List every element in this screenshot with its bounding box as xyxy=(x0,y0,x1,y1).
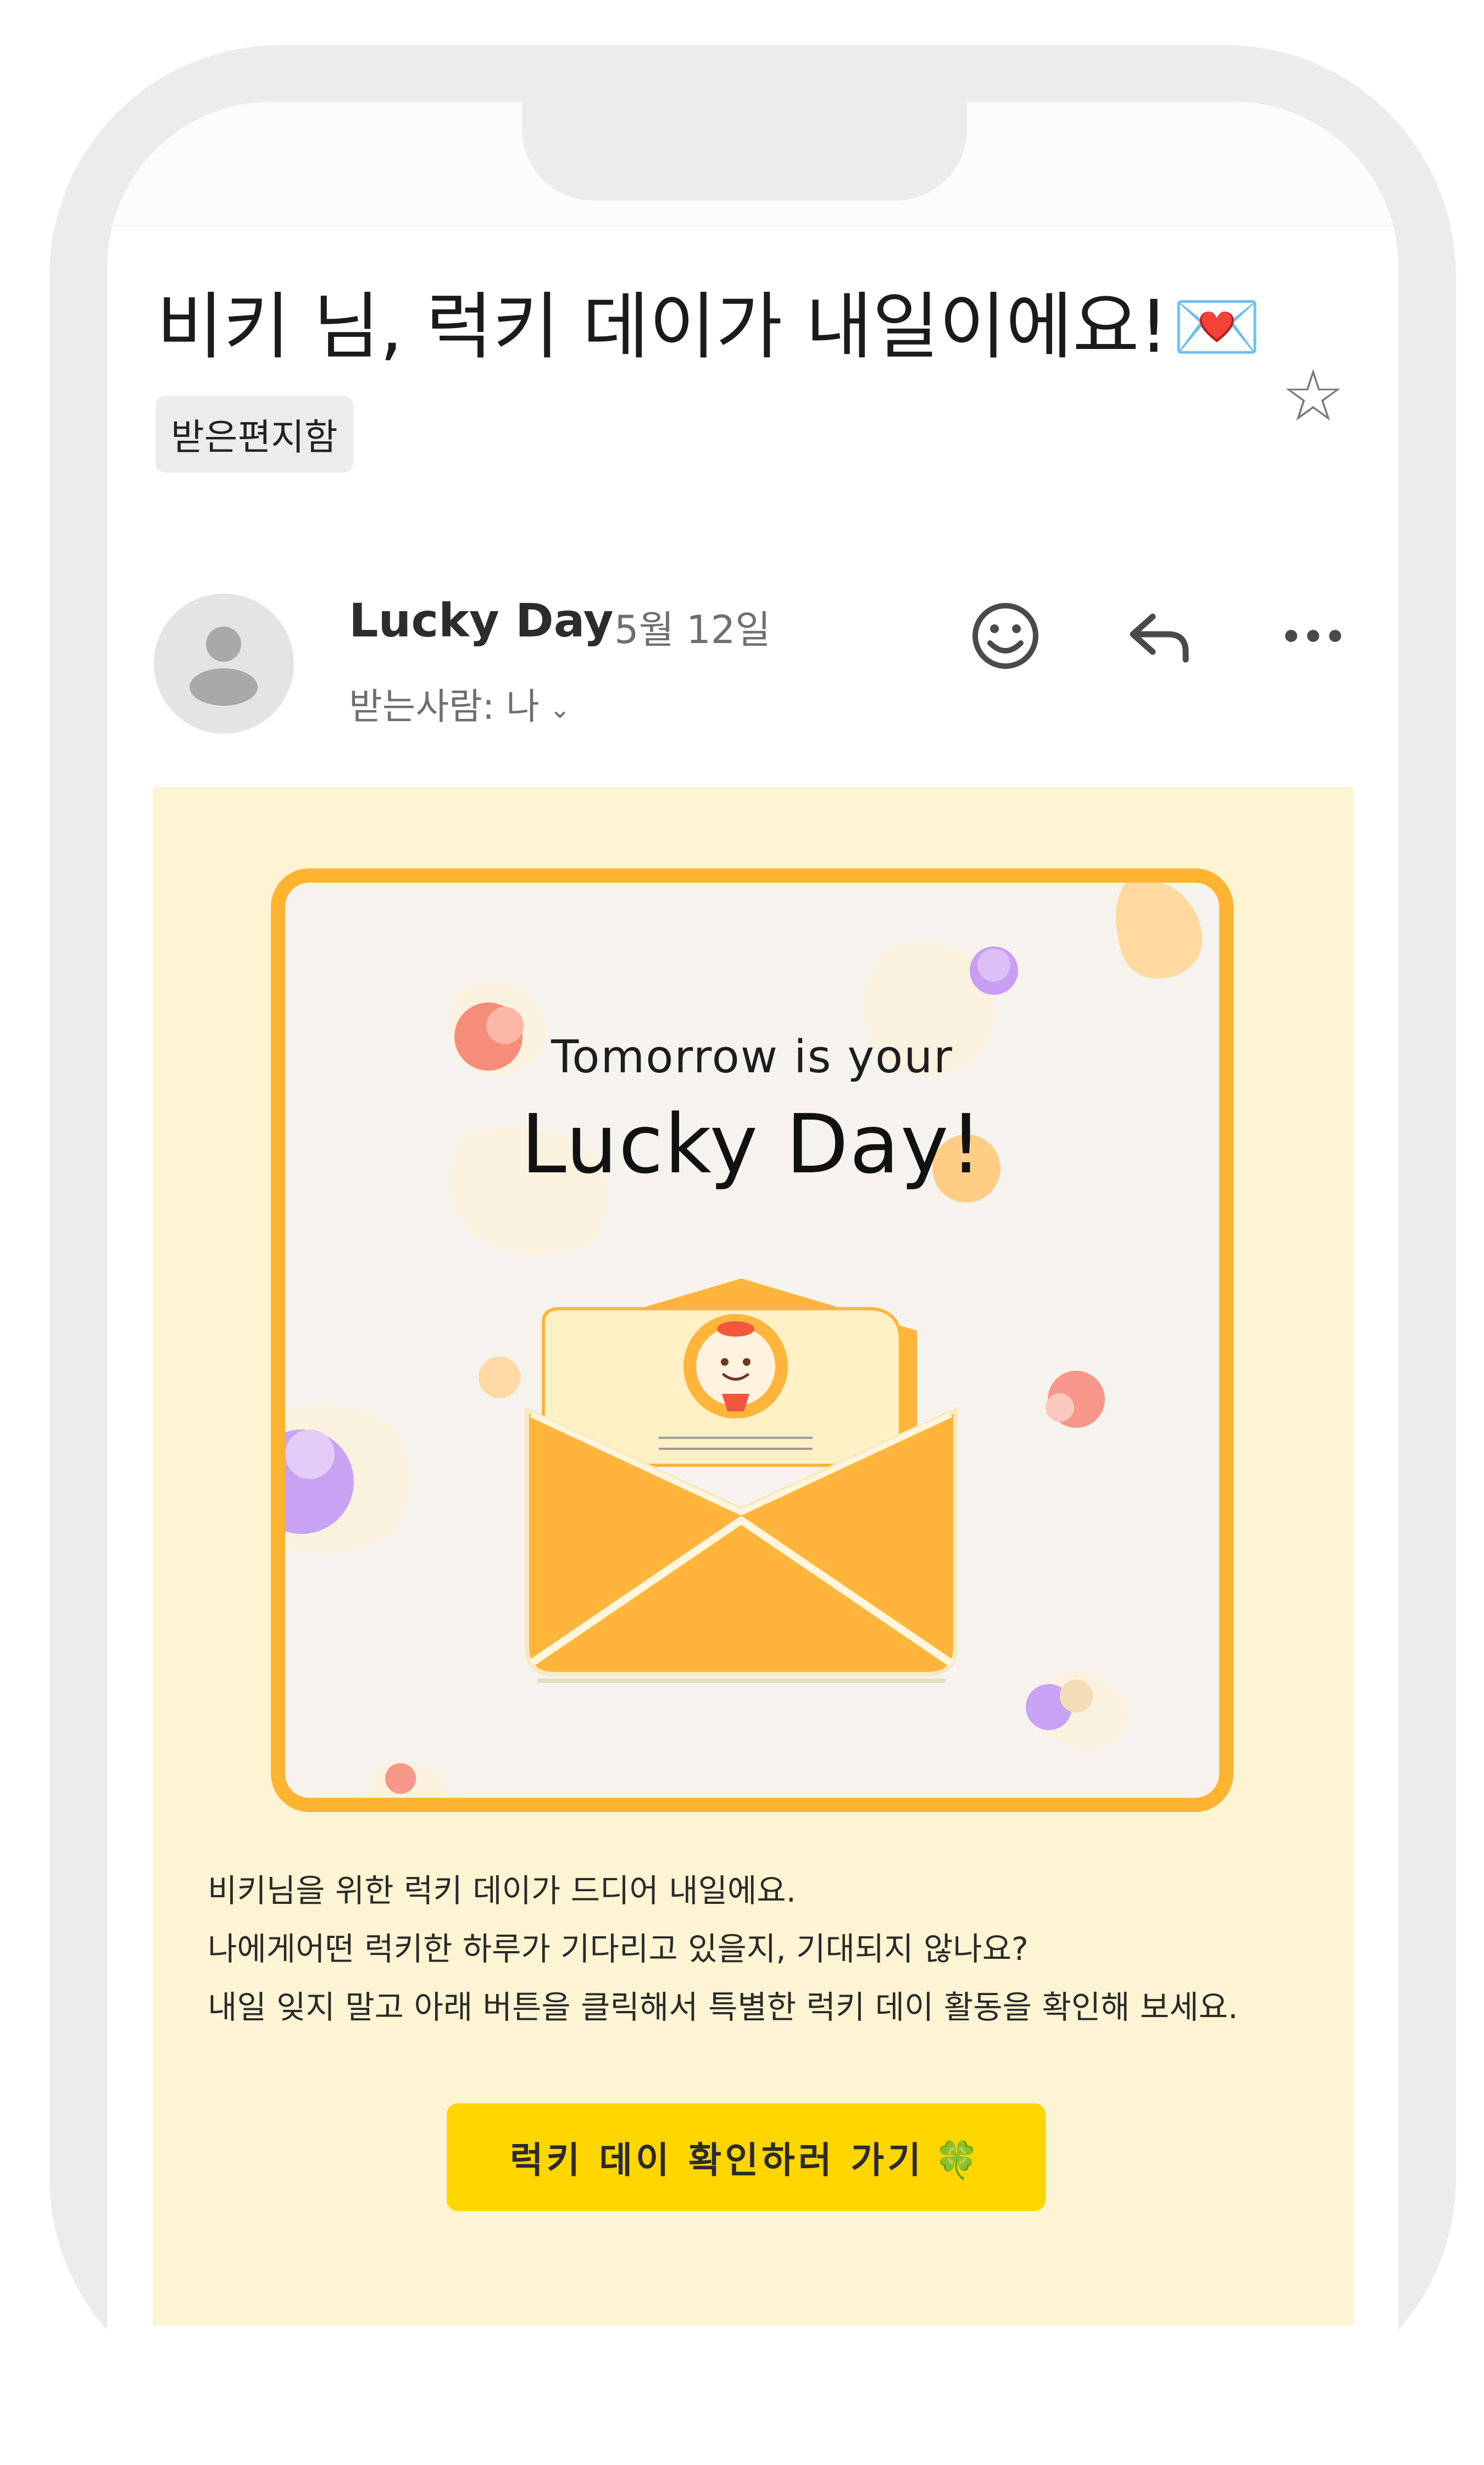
reply-arrow-icon xyxy=(1130,613,1189,663)
reply-button[interactable] xyxy=(1121,595,1198,677)
email-body-text: 비키님을 위한 럭키 데이가 드디어 내일에요. 나에게어떤 럭키한 하루가 기… xyxy=(208,1862,1307,2036)
email-subject: 비키 님, 럭키 데이가 내일이에요!💌 xyxy=(157,268,1262,373)
more-horizontal-icon xyxy=(1285,630,1341,642)
body-paragraph: 내일 잊지 말고 아래 버튼을 클릭해서 특별한 럭키 데이 활동을 확인해 보… xyxy=(208,1988,1238,2026)
reaction-button[interactable] xyxy=(967,595,1044,677)
person-icon xyxy=(190,627,258,706)
love-letter-icon: 💌 xyxy=(1171,285,1262,369)
body-paragraph: 비키님을 위한 럭키 데이가 드디어 내일에요. xyxy=(208,1872,797,1909)
hero-headline-line1: Tomorrow is your xyxy=(551,1031,953,1083)
smiley-icon xyxy=(972,603,1038,669)
star-icon: ☆ xyxy=(1281,354,1346,437)
recipients-toggle[interactable]: 받는사람: 나 ⌄ xyxy=(349,677,570,730)
more-options-button[interactable] xyxy=(1275,595,1352,677)
four-leaf-clover-icon: 🍀 xyxy=(933,2139,983,2181)
phone-notch xyxy=(522,102,967,201)
folder-label-chip[interactable]: 받은편지함 xyxy=(155,396,353,473)
envelope-illustration xyxy=(285,883,1219,1798)
recipients-label: 받는사람: 나 xyxy=(349,685,540,728)
email-subject-text: 비키 님, 럭키 데이가 내일이에요! xyxy=(157,285,1169,369)
sender-avatar[interactable] xyxy=(154,594,294,734)
email-date: 5월 12일 xyxy=(614,607,771,652)
hero-headline-line2: Lucky Day! xyxy=(521,1097,983,1192)
lucky-day-cta-button[interactable]: 럭키 데이 확인하러 가기 🍀 xyxy=(447,2103,1046,2211)
star-button[interactable]: ☆ xyxy=(1275,357,1352,434)
hero-banner[interactable]: Tomorrow is your Lucky Day! xyxy=(271,868,1233,1812)
cta-label: 럭키 데이 확인하러 가기 xyxy=(509,2139,924,2181)
email-body: Tomorrow is your Lucky Day! 비키님을 위한 럭키 데… xyxy=(153,787,1354,2326)
chevron-down-icon: ⌄ xyxy=(549,694,571,724)
body-paragraph: 나에게어떤 럭키한 하루가 기다리고 있을지, 기대되지 않나요? xyxy=(208,1930,1029,1968)
sender-name[interactable]: Lucky Day xyxy=(349,594,614,647)
